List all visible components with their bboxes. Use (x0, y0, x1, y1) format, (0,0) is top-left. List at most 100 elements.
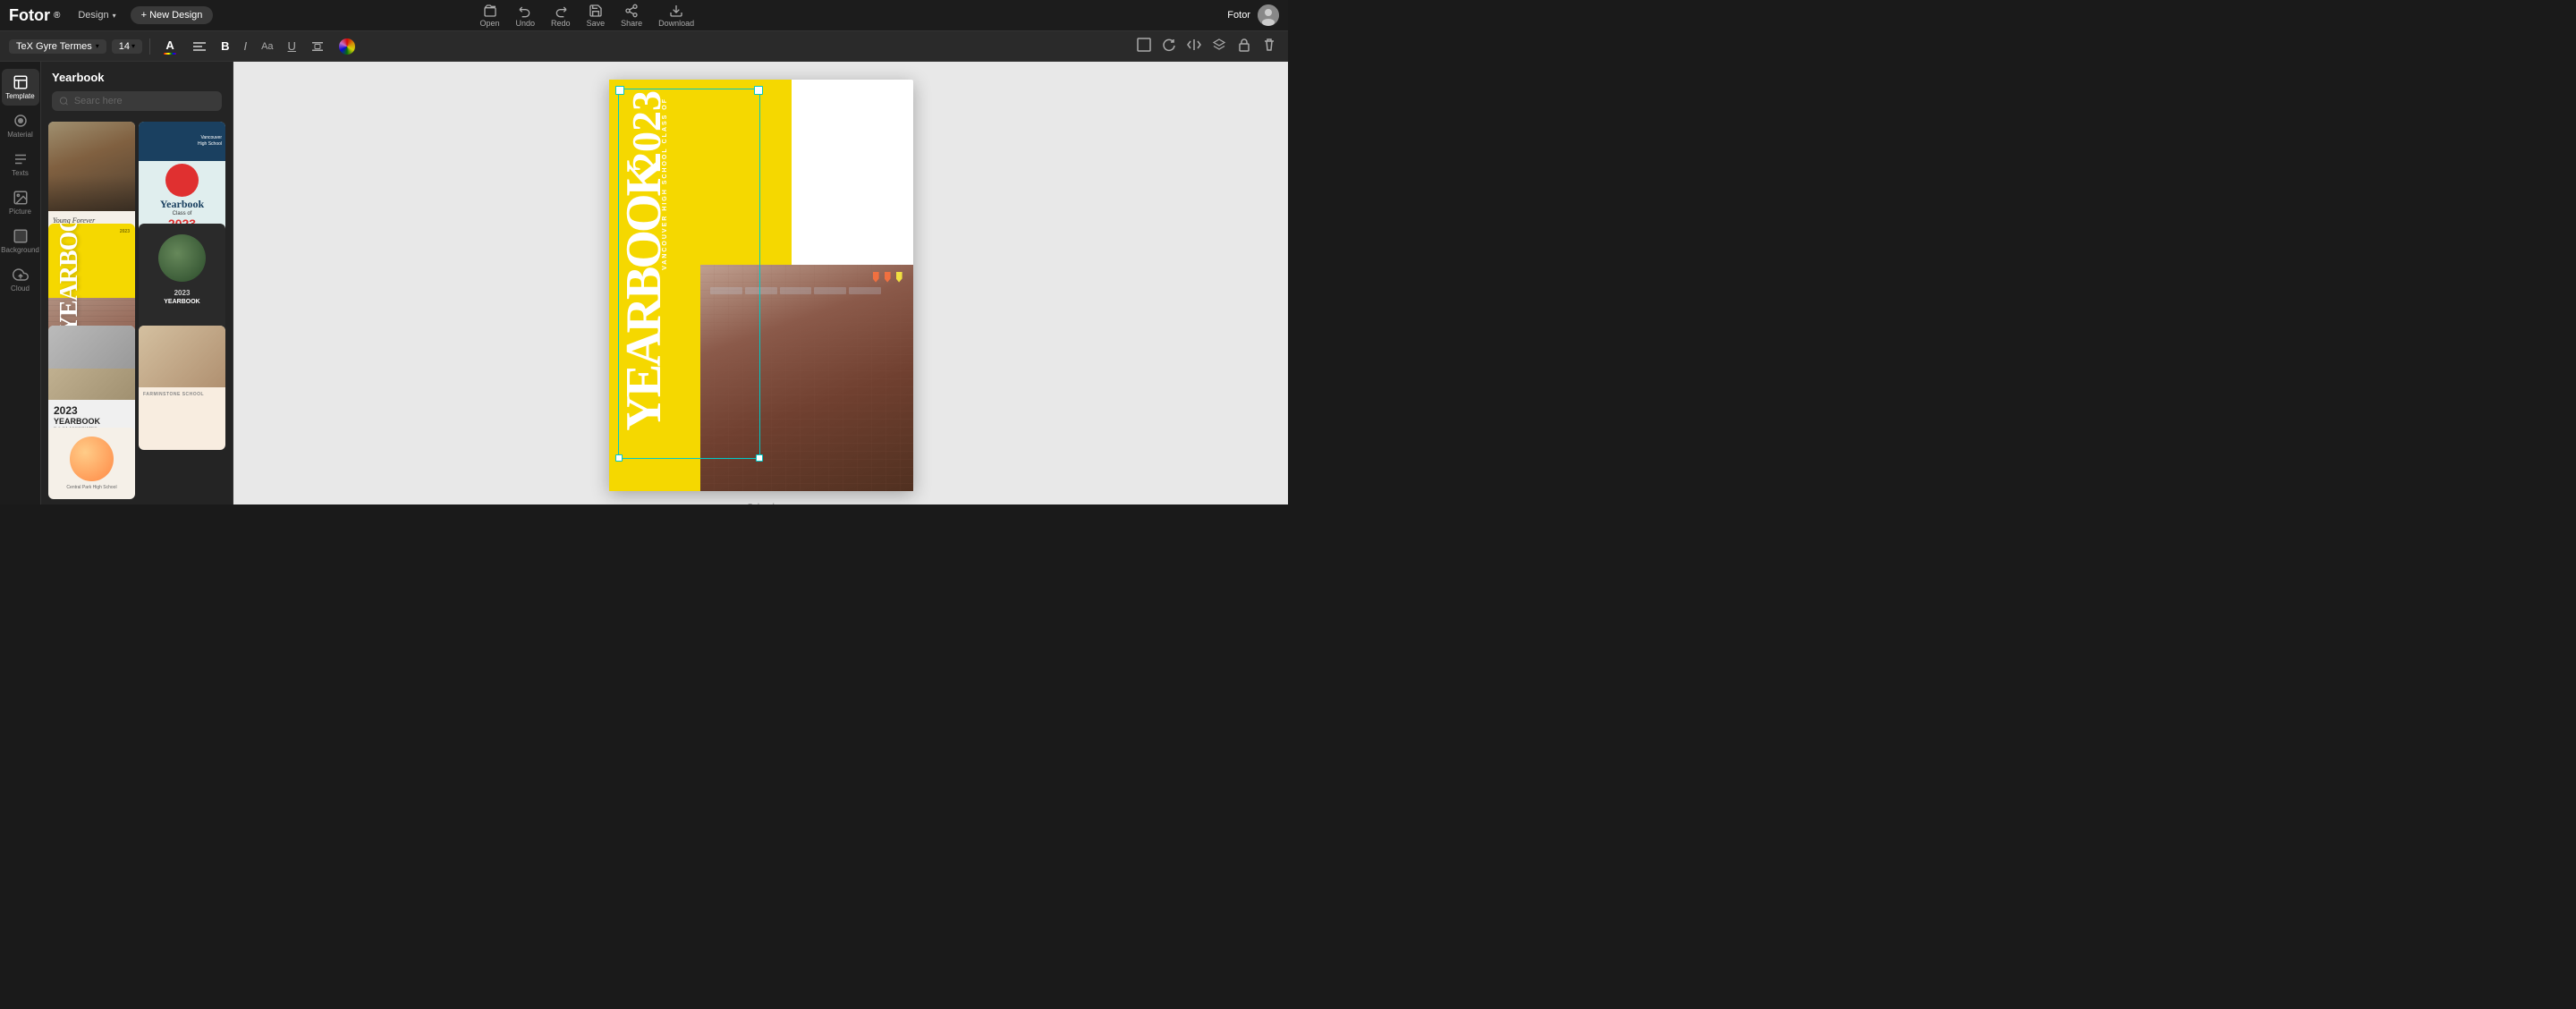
panel-title: Yearbook (52, 71, 222, 84)
format-bar: TeX Gyre Termes ▾ 14 ▾ A B I Aa U (0, 31, 1288, 62)
undo-tool[interactable]: Undo (516, 4, 536, 28)
new-design-button[interactable]: + New Design (131, 6, 214, 24)
layers-icon (1212, 38, 1226, 52)
bold-button[interactable]: B (216, 37, 233, 55)
tpl5-photo-top (48, 326, 135, 369)
sidebar-label-texts: Texts (12, 169, 29, 177)
redo-label: Redo (551, 19, 571, 28)
template-card-7[interactable]: Central Park High School (48, 428, 135, 499)
user-name: Fotor (1227, 10, 1250, 21)
share-icon (624, 4, 639, 18)
size-icon: Aa (261, 41, 273, 52)
spacing-button[interactable] (306, 37, 329, 56)
avatar[interactable] (1258, 4, 1279, 26)
sidebar-item-texts[interactable]: Texts (2, 146, 39, 182)
logo[interactable]: Fotor ® (9, 6, 60, 25)
crop-button[interactable] (1134, 35, 1154, 57)
size-chevron-icon: ▾ (131, 42, 135, 50)
flip-icon (1187, 38, 1201, 52)
flag-3 (896, 272, 902, 283)
layers-button[interactable] (1209, 35, 1229, 57)
italic-button[interactable]: I (239, 37, 251, 55)
lock-icon (1237, 38, 1251, 52)
redo-icon (554, 4, 568, 18)
template-card-6[interactable]: FARMINSTONE SCHOOL (139, 326, 225, 450)
handle-bottom-right[interactable] (756, 454, 763, 462)
sidebar-label-cloud: Cloud (11, 284, 30, 293)
canvas-bottom-label: School (747, 503, 775, 504)
share-tool[interactable]: Share (621, 4, 642, 28)
handle-bottom-left[interactable] (615, 454, 623, 462)
panel-header: Yearbook (41, 62, 233, 116)
background-icon (13, 228, 29, 244)
open-icon (483, 4, 497, 18)
template-grid: Young Forever Yearbook Farrington School… (41, 116, 233, 504)
sidebar-label-template: Template (5, 92, 34, 100)
search-box[interactable] (52, 91, 222, 111)
tpl5-photo-bottom (48, 369, 135, 400)
flip-button[interactable] (1184, 35, 1204, 57)
underline-icon: U (288, 39, 296, 53)
color-wheel-icon (339, 38, 355, 55)
sidebar-item-cloud[interactable]: Cloud (2, 261, 39, 298)
navbar: Fotor ® Design ▾ + New Design Open Undo (0, 0, 1288, 31)
canvas-area[interactable]: VANCOUVER HIGH SCHOOL CLASS OF 2023 YEAR… (233, 62, 1288, 504)
navbar-tools: Open Undo Redo Save (480, 4, 695, 28)
delete-icon (1262, 38, 1276, 52)
logo-sup: ® (54, 11, 60, 21)
tpl3-text: YEARBOOK (55, 224, 84, 334)
sidebar-label-material: Material (7, 131, 32, 139)
bold-icon: B (221, 39, 229, 53)
save-tool[interactable]: Save (587, 4, 606, 28)
search-icon (59, 96, 69, 106)
font-name: TeX Gyre Termes (16, 41, 92, 52)
save-label: Save (587, 19, 606, 28)
align-icon (192, 39, 207, 54)
texts-icon (13, 151, 29, 167)
underline-button[interactable]: U (284, 37, 301, 55)
font-size-selector[interactable]: 14 ▾ (112, 39, 142, 54)
format-right-tools (1134, 35, 1279, 57)
delete-button[interactable] (1259, 35, 1279, 57)
tpl2-header: VancouverHigh School (198, 135, 222, 148)
flag-1 (873, 272, 879, 283)
cloud-icon (13, 267, 29, 283)
sidebar-item-background[interactable]: Background (2, 223, 39, 259)
building-flags (873, 272, 902, 283)
undo-label: Undo (516, 19, 536, 28)
material-icon (13, 113, 29, 129)
download-tool[interactable]: Download (658, 4, 694, 28)
color-gradient-button[interactable] (335, 36, 360, 57)
rotate-icon (1162, 38, 1176, 52)
save-icon (589, 4, 603, 18)
picture-icon (13, 190, 29, 206)
size-button[interactable]: Aa (257, 38, 277, 55)
color-bar (164, 53, 176, 55)
rotate-button[interactable] (1159, 35, 1179, 57)
search-input[interactable] (74, 96, 215, 106)
yearbook-design: VANCOUVER HIGH SCHOOL CLASS OF 2023 YEAR… (609, 80, 913, 491)
font-selector[interactable]: TeX Gyre Termes ▾ (9, 39, 106, 54)
design-label: Design (78, 10, 108, 21)
flag-2 (885, 272, 891, 283)
tpl7-label: Central Park High School (66, 485, 116, 490)
open-tool[interactable]: Open (480, 4, 500, 28)
tpl4-circle (158, 234, 206, 282)
sidebar-item-material[interactable]: Material (2, 107, 39, 144)
navbar-right: Fotor (1227, 4, 1279, 26)
open-label: Open (480, 19, 500, 28)
sidebar-item-template[interactable]: Template (2, 69, 39, 106)
spacing-icon (310, 39, 325, 54)
lock-button[interactable] (1234, 35, 1254, 57)
tpl6-body: FARMINSTONE SCHOOL (139, 387, 225, 402)
design-button[interactable]: Design ▾ (71, 7, 123, 23)
sidebar-item-picture[interactable]: Picture (2, 184, 39, 221)
chevron-down-icon: ▾ (113, 12, 116, 20)
italic-icon: I (243, 39, 247, 53)
logo-text: Fotor (9, 6, 50, 25)
text-color-button[interactable]: A (157, 36, 182, 57)
align-button[interactable] (188, 37, 211, 56)
tpl6-photo (139, 326, 225, 387)
format-divider-1 (149, 38, 150, 55)
redo-tool[interactable]: Redo (551, 4, 571, 28)
